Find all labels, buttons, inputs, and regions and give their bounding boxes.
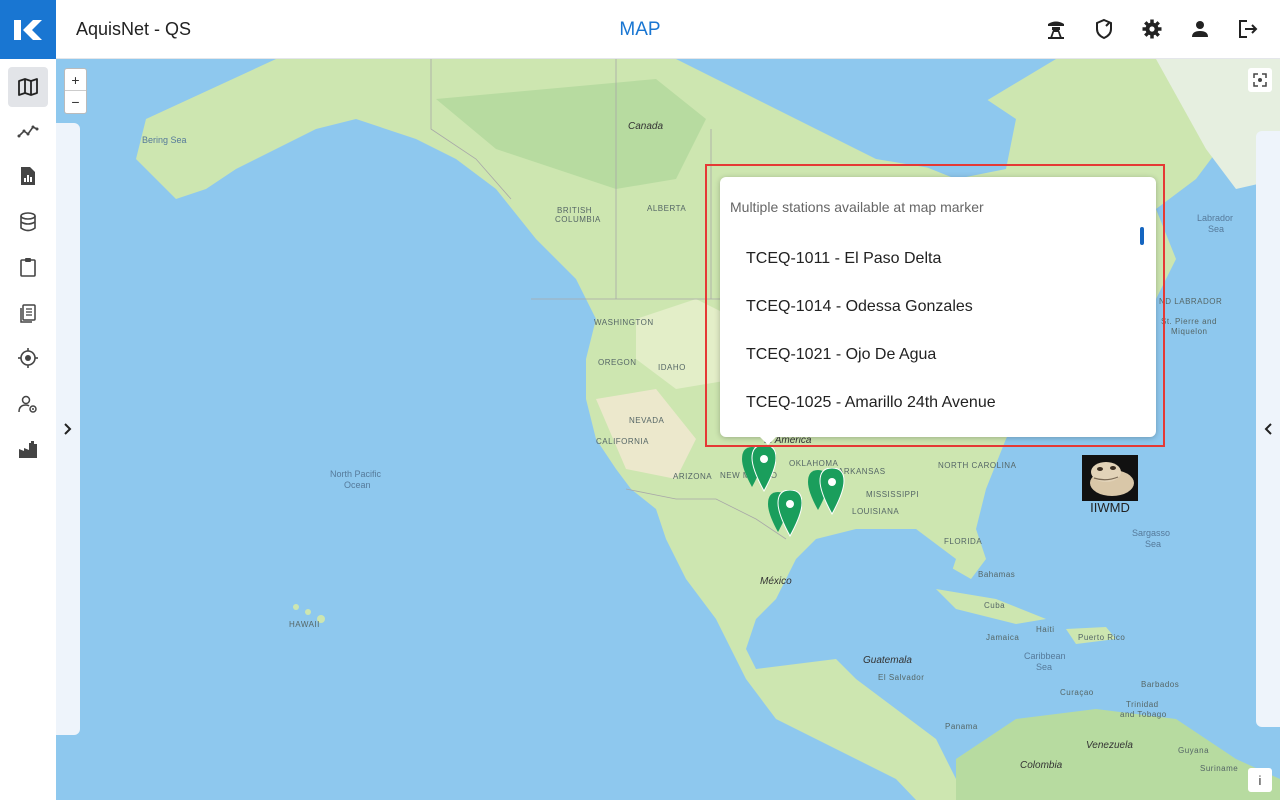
- station-list-item[interactable]: TCEQ-1014 - Odessa Gonzales: [720, 283, 1140, 331]
- zoom-out-button[interactable]: −: [65, 91, 86, 113]
- iiwmd-marker[interactable]: [1082, 455, 1138, 501]
- map-label-british-columbia-2: COLUMBIA: [555, 215, 601, 224]
- station-marker[interactable]: [740, 445, 776, 495]
- map-label-oklahoma: OKLAHOMA: [789, 459, 839, 468]
- sidebar-item-layers[interactable]: [8, 293, 48, 333]
- map-label-guyana: Guyana: [1178, 746, 1210, 755]
- station-list-item[interactable]: TCEQ-1021 - Ojo De Agua: [720, 331, 1140, 379]
- map-label-labrador-sea: Labrador: [1197, 213, 1234, 223]
- map-label-bering-sea: Bering Sea: [142, 135, 187, 145]
- station-marker[interactable]: [806, 468, 852, 518]
- map-label-puerto-rico: Puerto Rico: [1078, 633, 1126, 642]
- observation-tower-icon[interactable]: [1044, 16, 1068, 42]
- clipboard-icon: [20, 258, 36, 277]
- fullscreen-button[interactable]: [1248, 68, 1272, 92]
- trend-chart-icon: [17, 125, 39, 138]
- map-label-california: CALIFORNIA: [596, 437, 650, 446]
- map-label-suriname: Suriname: [1200, 764, 1239, 773]
- top-bar: AquisNet - QS MAP: [0, 0, 1280, 59]
- map-label-washington: WASHINGTON: [594, 318, 654, 327]
- sidebar-item-facilities[interactable]: [8, 429, 48, 469]
- map-label-labrador-sea-2: Sea: [1208, 224, 1225, 234]
- factory-icon: [19, 441, 37, 458]
- map-label-alberta: ALBERTA: [647, 204, 687, 213]
- layers-list-icon: [20, 304, 36, 323]
- target-icon: [18, 348, 38, 368]
- map-label-arizona: ARIZONA: [673, 472, 713, 481]
- map-label-jamaica: Jamaica: [986, 633, 1020, 642]
- map-icon: [18, 78, 38, 96]
- fullscreen-icon: [1253, 73, 1267, 87]
- map-label-st-pierre: St. Pierre and: [1161, 317, 1217, 326]
- aquisnet-logo-icon: [14, 19, 42, 40]
- zoom-in-button[interactable]: +: [65, 69, 86, 91]
- map-label-idaho: IDAHO: [658, 363, 686, 372]
- sidebar-item-map[interactable]: [8, 67, 48, 107]
- sidebar-item-user-settings[interactable]: [8, 384, 48, 424]
- map-label-sargasso-2: Sea: [1145, 539, 1162, 549]
- expand-right-panel-button[interactable]: [1256, 131, 1280, 727]
- map-label-caribbean: Caribbean: [1024, 651, 1066, 661]
- sidebar-item-trends[interactable]: [8, 111, 48, 151]
- map-label-colombia: Colombia: [1020, 760, 1063, 771]
- app-title: AquisNet - QS: [76, 19, 192, 39]
- map-label-panama: Panama: [945, 722, 978, 731]
- map-label-north-pacific: North Pacific: [330, 469, 382, 479]
- sidebar-item-clipboard[interactable]: [8, 247, 48, 287]
- map-label-mexico: México: [760, 576, 792, 587]
- sidebar-item-database[interactable]: [8, 202, 48, 242]
- map-label-british-columbia: BRITISH: [557, 206, 593, 215]
- map-label-sargasso: Sargasso: [1132, 528, 1171, 538]
- report-icon: [21, 167, 35, 185]
- map-label-barbados: Barbados: [1141, 680, 1180, 689]
- map-label-north-pacific-2: Ocean: [344, 480, 371, 490]
- chevron-left-icon: [1264, 423, 1272, 435]
- map-label-hawaii: HAWAII: [289, 620, 320, 629]
- popup-scrollbar[interactable]: [1140, 227, 1144, 245]
- chevron-right-icon: [64, 423, 72, 435]
- map-label-canada: Canada: [628, 121, 664, 132]
- sidebar-item-reports[interactable]: [8, 156, 48, 196]
- popup-heading: Multiple stations available at map marke…: [730, 199, 984, 215]
- map-label-mississippi: MISSISSIPPI: [866, 490, 920, 499]
- map-label-curacao: Curaçao: [1060, 688, 1094, 697]
- map-label-el-salvador: El Salvador: [878, 673, 925, 682]
- map-label-louisiana: LOUISIANA: [852, 507, 900, 516]
- user-settings-icon: [18, 395, 37, 413]
- map-label-st-pierre-2: Miquelon: [1171, 327, 1208, 336]
- map-label-nevada: NEVADA: [629, 416, 665, 425]
- sidebar-item-target[interactable]: [8, 338, 48, 378]
- station-list-item[interactable]: TCEQ-1025 - Amarillo 24th Avenue: [720, 379, 1140, 427]
- map-label-venezuela: Venezuela: [1086, 740, 1133, 751]
- iiwmd-label: IIWMD: [1090, 500, 1130, 515]
- zoom-control: + −: [64, 68, 87, 114]
- gear-icon[interactable]: [1140, 16, 1164, 42]
- map-label-oregon: OREGON: [598, 358, 637, 367]
- map-label-trinidad: Trinidad: [1126, 700, 1159, 709]
- map-label-haiti: Haiti: [1036, 625, 1055, 634]
- station-list-item[interactable]: TCEQ-1011 - El Paso Delta: [720, 235, 1140, 283]
- sidebar: [0, 59, 56, 800]
- map-label-caribbean-2: Sea: [1036, 662, 1053, 672]
- station-list: TCEQ-1011 - El Paso Delta TCEQ-1014 - Od…: [720, 235, 1140, 427]
- map-label-bahamas: Bahamas: [978, 570, 1016, 579]
- map-label-labrador: ND LABRADOR: [1159, 297, 1223, 306]
- app-logo[interactable]: [0, 0, 56, 59]
- logout-icon[interactable]: [1236, 16, 1260, 42]
- user-icon[interactable]: [1188, 16, 1212, 42]
- frog-avatar-icon: [1082, 455, 1138, 501]
- map-label-north-carolina: NORTH CAROLINA: [938, 461, 1017, 470]
- map-label-guatemala: Guatemala: [863, 655, 912, 666]
- map-label-florida: FLORIDA: [944, 537, 983, 546]
- stations-popup: Multiple stations available at map marke…: [720, 177, 1156, 445]
- shield-icon[interactable]: [1092, 16, 1116, 42]
- map-label-trinidad-2: and Tobago: [1120, 710, 1167, 719]
- station-marker[interactable]: [766, 490, 802, 540]
- expand-left-panel-button[interactable]: [56, 123, 80, 735]
- map-label-cuba: Cuba: [984, 601, 1006, 610]
- map-info-button[interactable]: i: [1248, 768, 1272, 792]
- database-icon: [20, 212, 36, 232]
